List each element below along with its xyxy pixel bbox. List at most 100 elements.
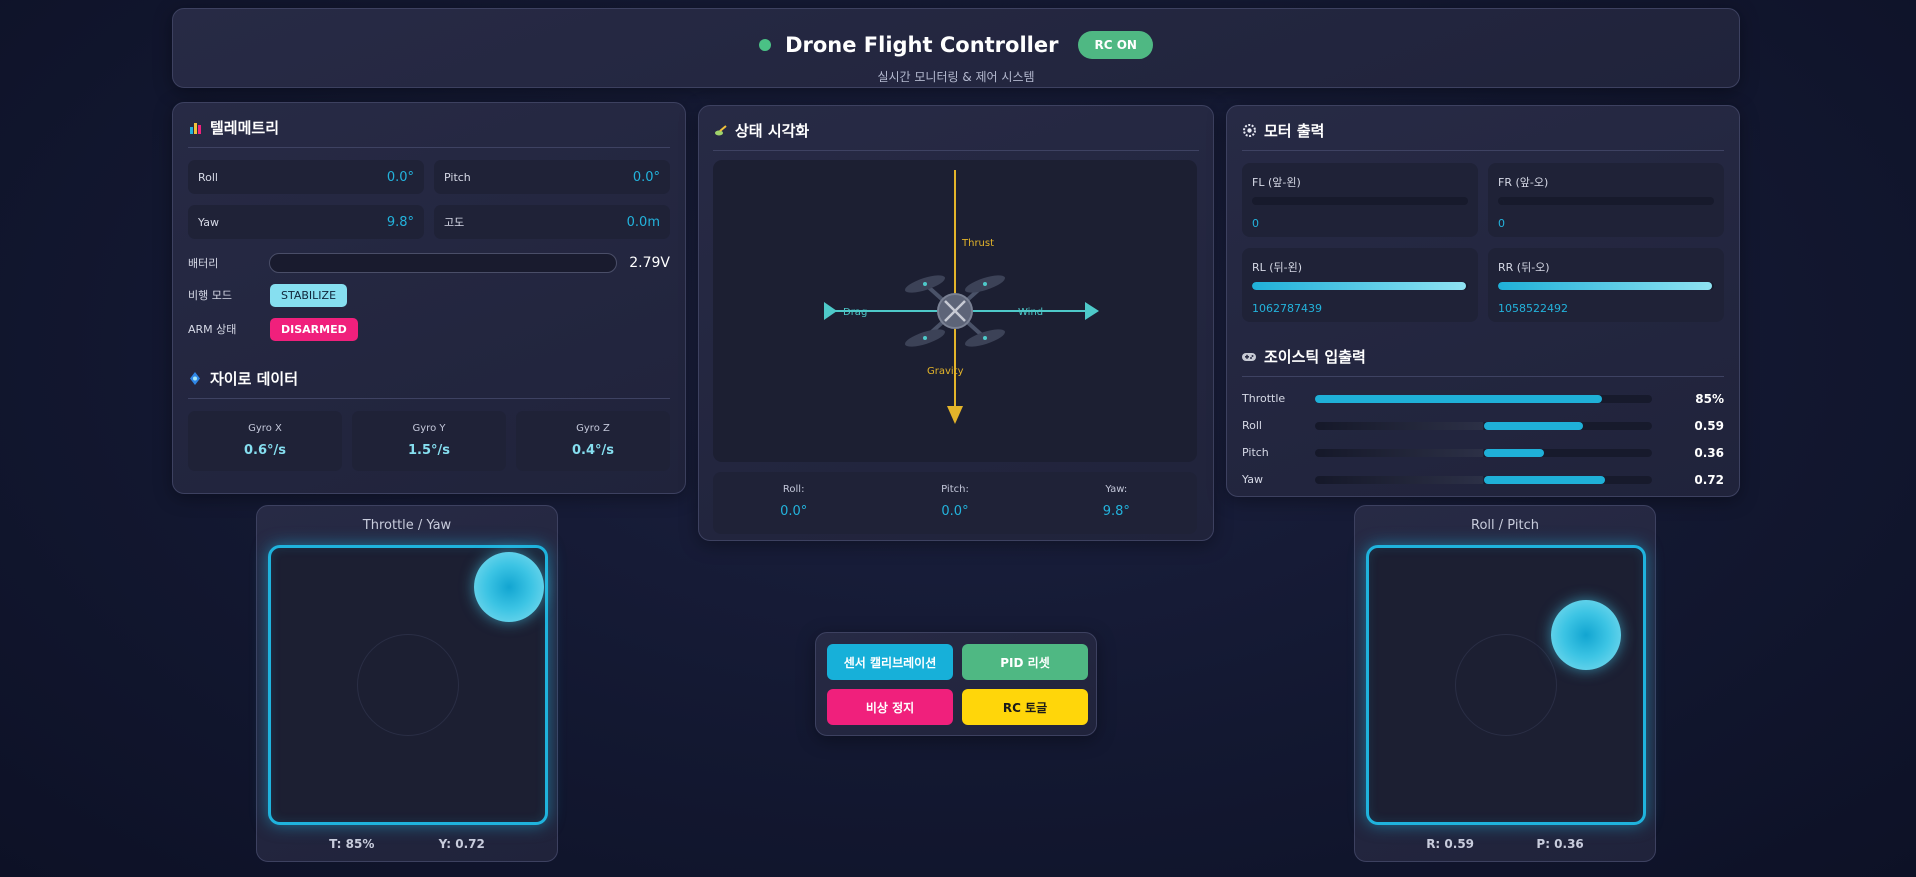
stick-title: Throttle / Yaw	[362, 518, 452, 533]
io-label: Throttle	[1242, 392, 1286, 405]
wind-arrowhead	[1085, 302, 1099, 320]
gyro-value: 0.6°/s	[243, 443, 286, 458]
battery-bar	[269, 253, 618, 273]
io-value: 0.36	[1694, 445, 1724, 460]
gyro-label: Gyro Z	[576, 423, 610, 434]
throttle-yaw-knob[interactable]	[474, 552, 544, 622]
bar-chart-icon	[188, 121, 202, 135]
motor-fr: FR (앞-오) 0	[1488, 163, 1724, 237]
readout-value: 0.0°	[780, 504, 808, 519]
emergency-stop-button[interactable]: 비상 정지	[827, 689, 953, 725]
telemetry-label: Yaw	[198, 215, 219, 229]
battery-value: 2.79V	[629, 255, 670, 271]
io-value: 85%	[1695, 391, 1724, 406]
telemetry-value: 9.8°	[386, 214, 414, 230]
drag-arrowhead	[824, 302, 837, 320]
visualization-title: 상태 시각화	[735, 122, 810, 140]
drag-label: Drag	[843, 307, 867, 318]
readout-yaw: Yaw: 9.8°	[1036, 472, 1197, 534]
io-fill	[1483, 448, 1545, 457]
telemetry-label: Pitch	[444, 170, 471, 184]
roll-pitch-knob[interactable]	[1551, 600, 1621, 670]
motor-fill	[1252, 282, 1466, 290]
telemetry-label: 고도	[444, 216, 465, 229]
motor-value: 1058522492	[1498, 302, 1568, 315]
header-panel: Drone Flight Controller RC ON 실시간 모니터링 &…	[172, 8, 1740, 88]
readout-label: Yaw:	[1105, 484, 1128, 495]
telemetry-label: Roll	[198, 170, 218, 184]
stick-title: Roll / Pitch	[1471, 518, 1539, 533]
visualization-panel: 상태 시각화 Thrust Gravity Drag Wind Roll: 0.…	[698, 105, 1214, 541]
telemetry-title: 텔레메트리	[210, 119, 280, 137]
motor-header: 모터 출력	[1242, 120, 1724, 151]
io-value: 0.72	[1694, 472, 1724, 487]
gyro-label: Gyro X	[248, 423, 282, 434]
visualization-header: 상태 시각화	[713, 120, 1199, 151]
gravity-label: Gravity	[927, 366, 964, 377]
arm-status-row: ARM 상태 DISARMED	[188, 314, 670, 344]
stick-center-guide	[1455, 634, 1557, 736]
gyro-title: 자이로 데이터	[210, 370, 299, 388]
readout-pitch: Pitch: 0.0°	[874, 472, 1035, 534]
joystick-io-title: 조이스틱 입출력	[1264, 348, 1366, 366]
io-label: Pitch	[1242, 446, 1269, 459]
motor-panel: 모터 출력 FL (앞-왼) 0 FR (앞-오) 0 RL (뒤-왼) 106…	[1226, 105, 1740, 497]
gyro-icon	[188, 372, 202, 386]
motor-value: 0	[1252, 217, 1259, 230]
throttle-readout: T: 85%	[329, 837, 375, 851]
gyro-z: Gyro Z 0.4°/s	[516, 411, 670, 471]
telemetry-panel: 텔레메트리 Roll 0.0° Pitch 0.0° Yaw 9.8° 고도 0…	[172, 102, 686, 494]
flight-mode-label: 비행 모드	[188, 289, 232, 302]
telemetry-value: 0.0°	[386, 169, 414, 185]
telemetry-pitch: Pitch 0.0°	[434, 160, 670, 194]
telemetry-yaw: Yaw 9.8°	[188, 205, 424, 239]
battery-label: 배터리	[188, 257, 219, 270]
roll-readout: R: 0.59	[1426, 837, 1475, 851]
io-bar	[1314, 421, 1653, 430]
throttle-yaw-stick-panel: Throttle / Yaw T: 85% Y: 0.72	[256, 505, 558, 862]
wind-label: Wind	[1018, 307, 1043, 318]
drone-icon	[713, 124, 727, 138]
io-row-roll: Roll 0.59	[1242, 412, 1724, 439]
gyro-value: 0.4°/s	[571, 443, 614, 458]
joystick-io-header: 조이스틱 입출력	[1242, 346, 1724, 377]
motor-bar	[1252, 282, 1468, 290]
telemetry-value: 0.0°	[632, 169, 660, 185]
rc-toggle-button[interactable]: RC 토글	[962, 689, 1088, 725]
control-buttons-panel: 센서 캘리브레이션 PID 리셋 비상 정지 RC 토글	[815, 632, 1097, 736]
calibrate-sensors-button[interactable]: 센서 캘리브레이션	[827, 644, 953, 680]
gyro-header: 자이로 데이터	[188, 368, 670, 399]
motor-label: RR (뒤-오)	[1498, 261, 1550, 274]
roll-pitch-stick-panel: Roll / Pitch R: 0.59 P: 0.36	[1354, 505, 1656, 862]
io-row-yaw: Yaw 0.72	[1242, 466, 1724, 493]
readout-label: Pitch:	[941, 484, 969, 495]
io-row-throttle: Throttle 85%	[1242, 385, 1724, 412]
yaw-readout: Y: 0.72	[438, 837, 485, 851]
rc-status-badge: RC ON	[1078, 31, 1153, 59]
gyro-value: 1.5°/s	[407, 443, 450, 458]
gravity-arrowhead	[947, 406, 963, 424]
gamepad-icon	[1242, 350, 1256, 364]
motor-rr: RR (뒤-오) 1058522492	[1488, 248, 1724, 322]
telemetry-header: 텔레메트리	[188, 117, 670, 148]
roll-pitch-joystick[interactable]	[1366, 545, 1646, 825]
motor-label: FR (앞-오)	[1498, 176, 1549, 189]
pid-reset-button[interactable]: PID 리셋	[962, 644, 1088, 680]
io-bar	[1314, 394, 1653, 403]
motor-value: 1062787439	[1252, 302, 1322, 315]
attitude-readout: Roll: 0.0° Pitch: 0.0° Yaw: 9.8°	[713, 472, 1197, 534]
stick-center-guide	[357, 634, 459, 736]
io-bar	[1314, 448, 1653, 457]
gyro-label: Gyro Y	[412, 423, 446, 434]
motor-value: 0	[1498, 217, 1505, 230]
motor-fill	[1498, 282, 1712, 290]
throttle-yaw-joystick[interactable]	[268, 545, 548, 825]
io-fill	[1314, 394, 1602, 403]
io-fill	[1483, 421, 1584, 430]
readout-label: Roll:	[782, 484, 805, 495]
gyro-x: Gyro X 0.6°/s	[188, 411, 342, 471]
readout-value: 9.8°	[1102, 504, 1130, 519]
readout-roll: Roll: 0.0°	[713, 472, 874, 534]
io-bar	[1314, 475, 1653, 484]
motor-bar	[1252, 197, 1468, 205]
